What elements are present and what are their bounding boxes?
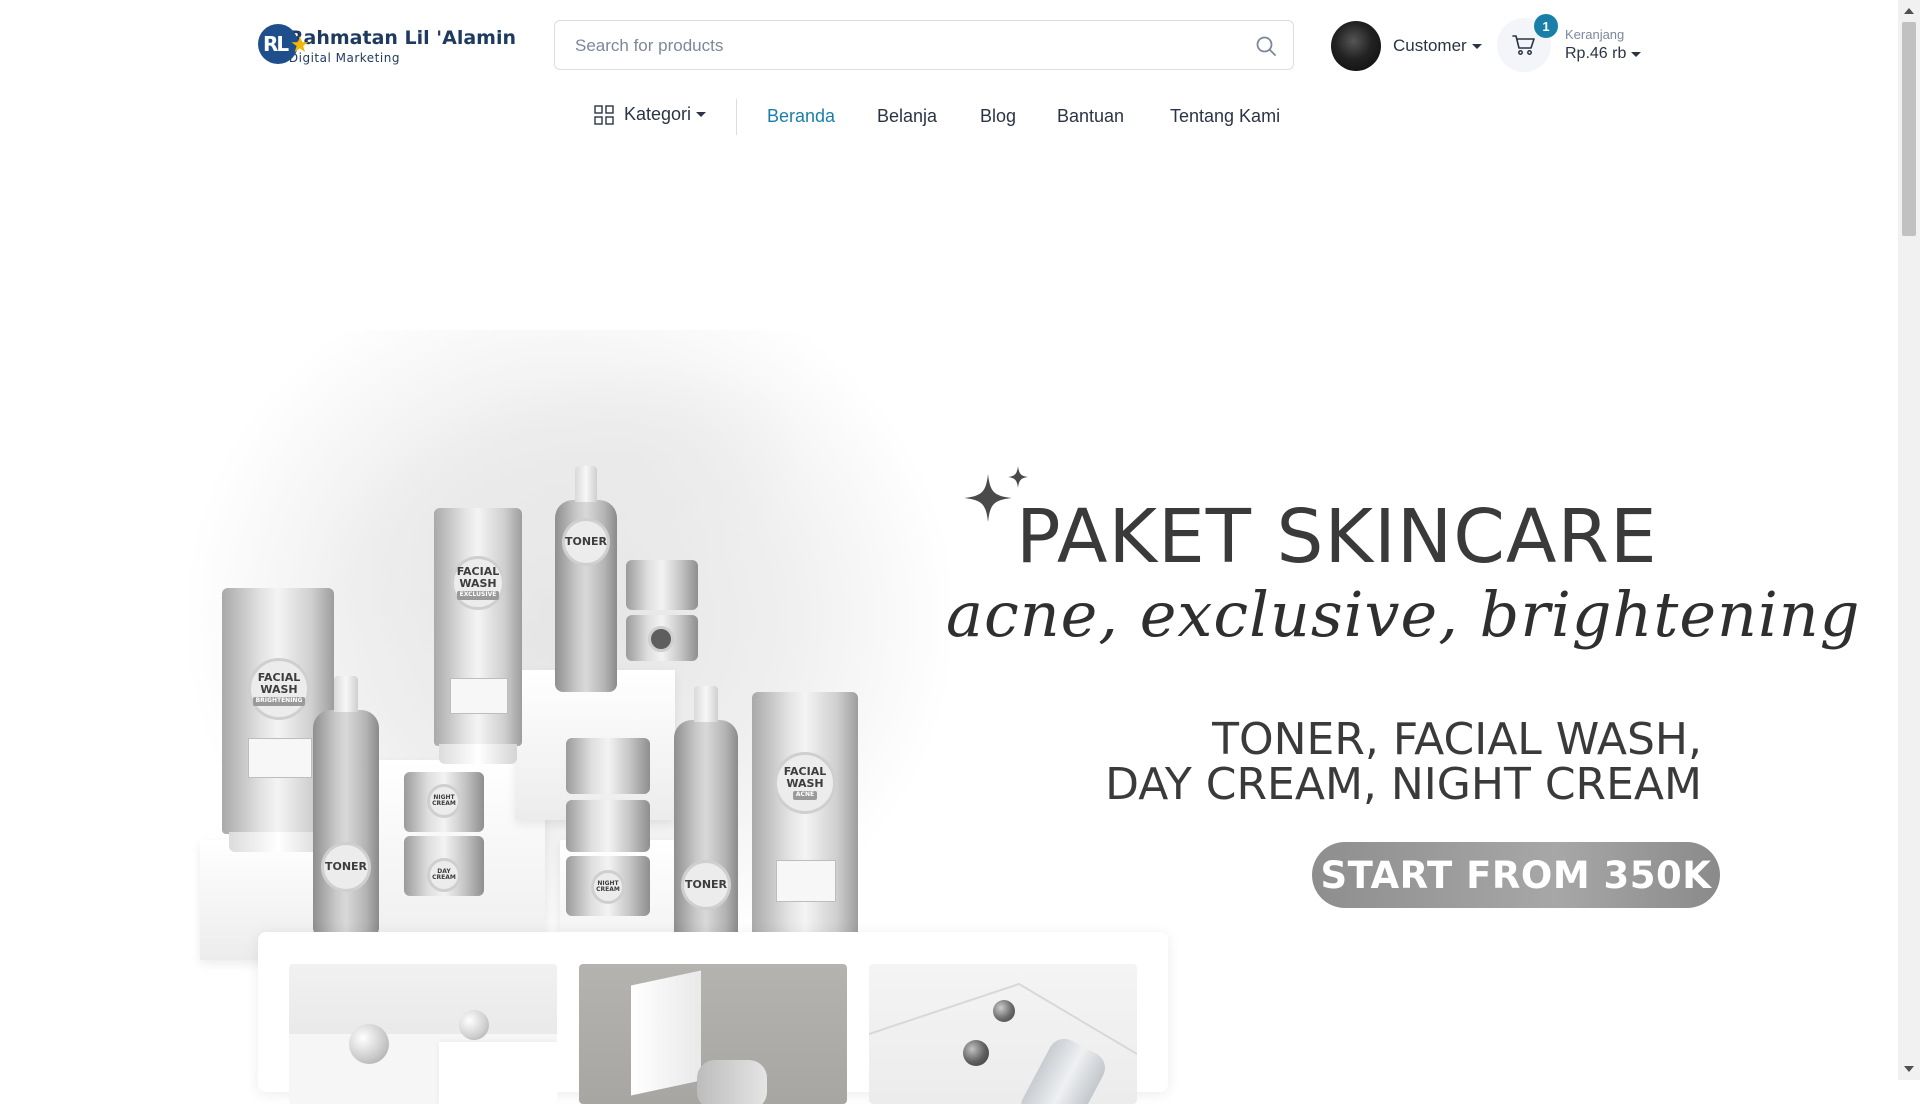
search-icon[interactable] bbox=[1255, 35, 1277, 57]
product-label-text: FACIAL WASH bbox=[783, 765, 827, 790]
logo-text: Rahmatan Lil 'Alamin Digital Marketing bbox=[289, 27, 516, 65]
product-label: FACIAL WASH ACNE bbox=[774, 752, 836, 814]
cream-jar bbox=[566, 800, 650, 852]
facial-wash-tube: FACIAL WASH EXCLUSIVE bbox=[434, 508, 522, 764]
product-label: FACIAL WASH EXCLUSIVE bbox=[451, 556, 505, 610]
toner-bottle: TONER bbox=[555, 466, 617, 692]
scroll-up-arrow[interactable] bbox=[1904, 8, 1914, 14]
cream-jar bbox=[626, 560, 698, 610]
cream-jar: NIGHT CREAM bbox=[566, 856, 650, 916]
hero-title: PAKET SKINCARE bbox=[1016, 494, 1658, 580]
glass-sphere bbox=[349, 1024, 389, 1064]
jar-label-text: NIGHT CREAM bbox=[596, 879, 620, 893]
nav-item-tentang-kami[interactable]: Tentang Kami bbox=[1170, 106, 1280, 127]
cream-jar: NIGHT CREAM bbox=[404, 772, 484, 832]
cart-icon bbox=[1512, 35, 1535, 55]
category-card[interactable] bbox=[869, 964, 1137, 1104]
hero-products-line2: DAY CREAM, NIGHT CREAM bbox=[1105, 759, 1702, 810]
hero-subtitle-script: acne, exclusive, brightening bbox=[946, 578, 1861, 651]
caret-down-icon bbox=[1471, 43, 1482, 49]
cream-jar bbox=[626, 615, 698, 661]
brand-logo[interactable]: RL ★ Rahmatan Lil 'Alamin Digital Market… bbox=[256, 22, 516, 70]
cart-count-badge: 1 bbox=[1534, 14, 1558, 38]
logo-letters: RL bbox=[263, 32, 289, 56]
header: RL ★ Rahmatan Lil 'Alamin Digital Market… bbox=[0, 0, 1898, 90]
product-label-text: FACIAL WASH bbox=[456, 565, 500, 590]
ingredient-label bbox=[776, 860, 836, 902]
scroll-thumb[interactable] bbox=[1902, 22, 1916, 236]
ingredient-label bbox=[248, 738, 312, 778]
jar-label-text: NIGHT CREAM bbox=[432, 793, 456, 807]
product-label: TONER bbox=[681, 860, 731, 910]
product-label: TONER bbox=[562, 518, 610, 566]
tube-cap bbox=[439, 744, 517, 764]
brand-name: Rahmatan Lil 'Alamin bbox=[288, 27, 516, 49]
toner-bottle: TONER bbox=[313, 676, 379, 936]
cart-total: Rp.46 rb bbox=[1565, 45, 1627, 62]
account-dropdown[interactable]: Customer bbox=[1393, 36, 1482, 56]
cream-jar: DAY CREAM bbox=[404, 836, 484, 896]
caret-down-icon bbox=[696, 112, 707, 117]
caret-down-icon bbox=[1631, 51, 1642, 57]
category-dropdown[interactable]: Kategori bbox=[594, 104, 707, 125]
category-card-strip bbox=[258, 932, 1168, 1104]
hero-products-line1: TONER, FACIAL WASH, bbox=[1212, 714, 1702, 765]
account-label: Customer bbox=[1393, 36, 1467, 55]
nav-item-beranda[interactable]: Beranda bbox=[767, 106, 835, 127]
toner-bottle: TONER bbox=[674, 686, 738, 944]
ingredient-label bbox=[450, 678, 508, 714]
logo-star-icon: ★ bbox=[290, 32, 310, 57]
jar-label-text: DAY CREAM bbox=[432, 867, 456, 881]
bottle-pump bbox=[574, 466, 598, 502]
category-label: Kategori bbox=[624, 104, 692, 124]
category-card[interactable] bbox=[289, 964, 557, 1104]
logo-mark: RL ★ bbox=[256, 22, 310, 70]
cta-button[interactable]: START FROM 350K bbox=[1312, 842, 1720, 908]
category-card[interactable] bbox=[579, 964, 847, 1104]
glass-sphere bbox=[993, 1000, 1015, 1022]
page-scrollbar[interactable] bbox=[1898, 0, 1920, 1080]
white-block bbox=[439, 1042, 557, 1104]
search-bar bbox=[554, 20, 1294, 70]
product-label: TONER bbox=[321, 842, 371, 892]
product-variant: EXCLUSIVE bbox=[456, 591, 500, 600]
main-nav: Kategori Beranda Belanja Blog Bantuan Te… bbox=[0, 95, 1898, 139]
jar-label: NIGHT CREAM bbox=[591, 870, 625, 904]
product-variant: ACNE bbox=[792, 791, 818, 800]
nav-item-belanja[interactable]: Belanja bbox=[877, 106, 937, 127]
product-label-text: FACIAL WASH bbox=[257, 671, 301, 696]
jar-label: DAY CREAM bbox=[427, 858, 461, 892]
scroll-down-arrow[interactable] bbox=[1904, 1066, 1914, 1072]
bottle-pump bbox=[334, 676, 358, 712]
product-label-text: TONER bbox=[324, 860, 368, 874]
search-input[interactable] bbox=[573, 31, 1217, 61]
cream-jar bbox=[566, 738, 650, 794]
cart-total-dropdown[interactable]: Rp.46 rb bbox=[1565, 45, 1642, 63]
jar-label bbox=[648, 626, 674, 652]
facial-wash-tube: FACIAL WASH ACNE bbox=[752, 692, 858, 954]
product-tube bbox=[697, 1060, 767, 1104]
nav-divider bbox=[736, 99, 737, 135]
glass-sphere bbox=[459, 1010, 489, 1040]
jar-label: NIGHT CREAM bbox=[427, 784, 461, 818]
cart-label: Keranjang bbox=[1565, 27, 1625, 42]
brand-tagline: Digital Marketing bbox=[288, 51, 400, 65]
product-variant: BRIGHTENING bbox=[252, 697, 306, 706]
product-label-text: TONER bbox=[564, 535, 608, 549]
nav-item-bantuan[interactable]: Bantuan bbox=[1057, 106, 1124, 127]
glass-sphere bbox=[963, 1040, 989, 1066]
avatar[interactable] bbox=[1331, 21, 1381, 71]
bottle-pump bbox=[694, 686, 718, 722]
white-block bbox=[631, 970, 701, 1096]
grid-icon bbox=[594, 104, 614, 125]
nav-item-blog[interactable]: Blog bbox=[980, 106, 1016, 127]
product-label-text: TONER bbox=[684, 878, 728, 892]
product-label: FACIAL WASH BRIGHTENING bbox=[248, 658, 310, 720]
